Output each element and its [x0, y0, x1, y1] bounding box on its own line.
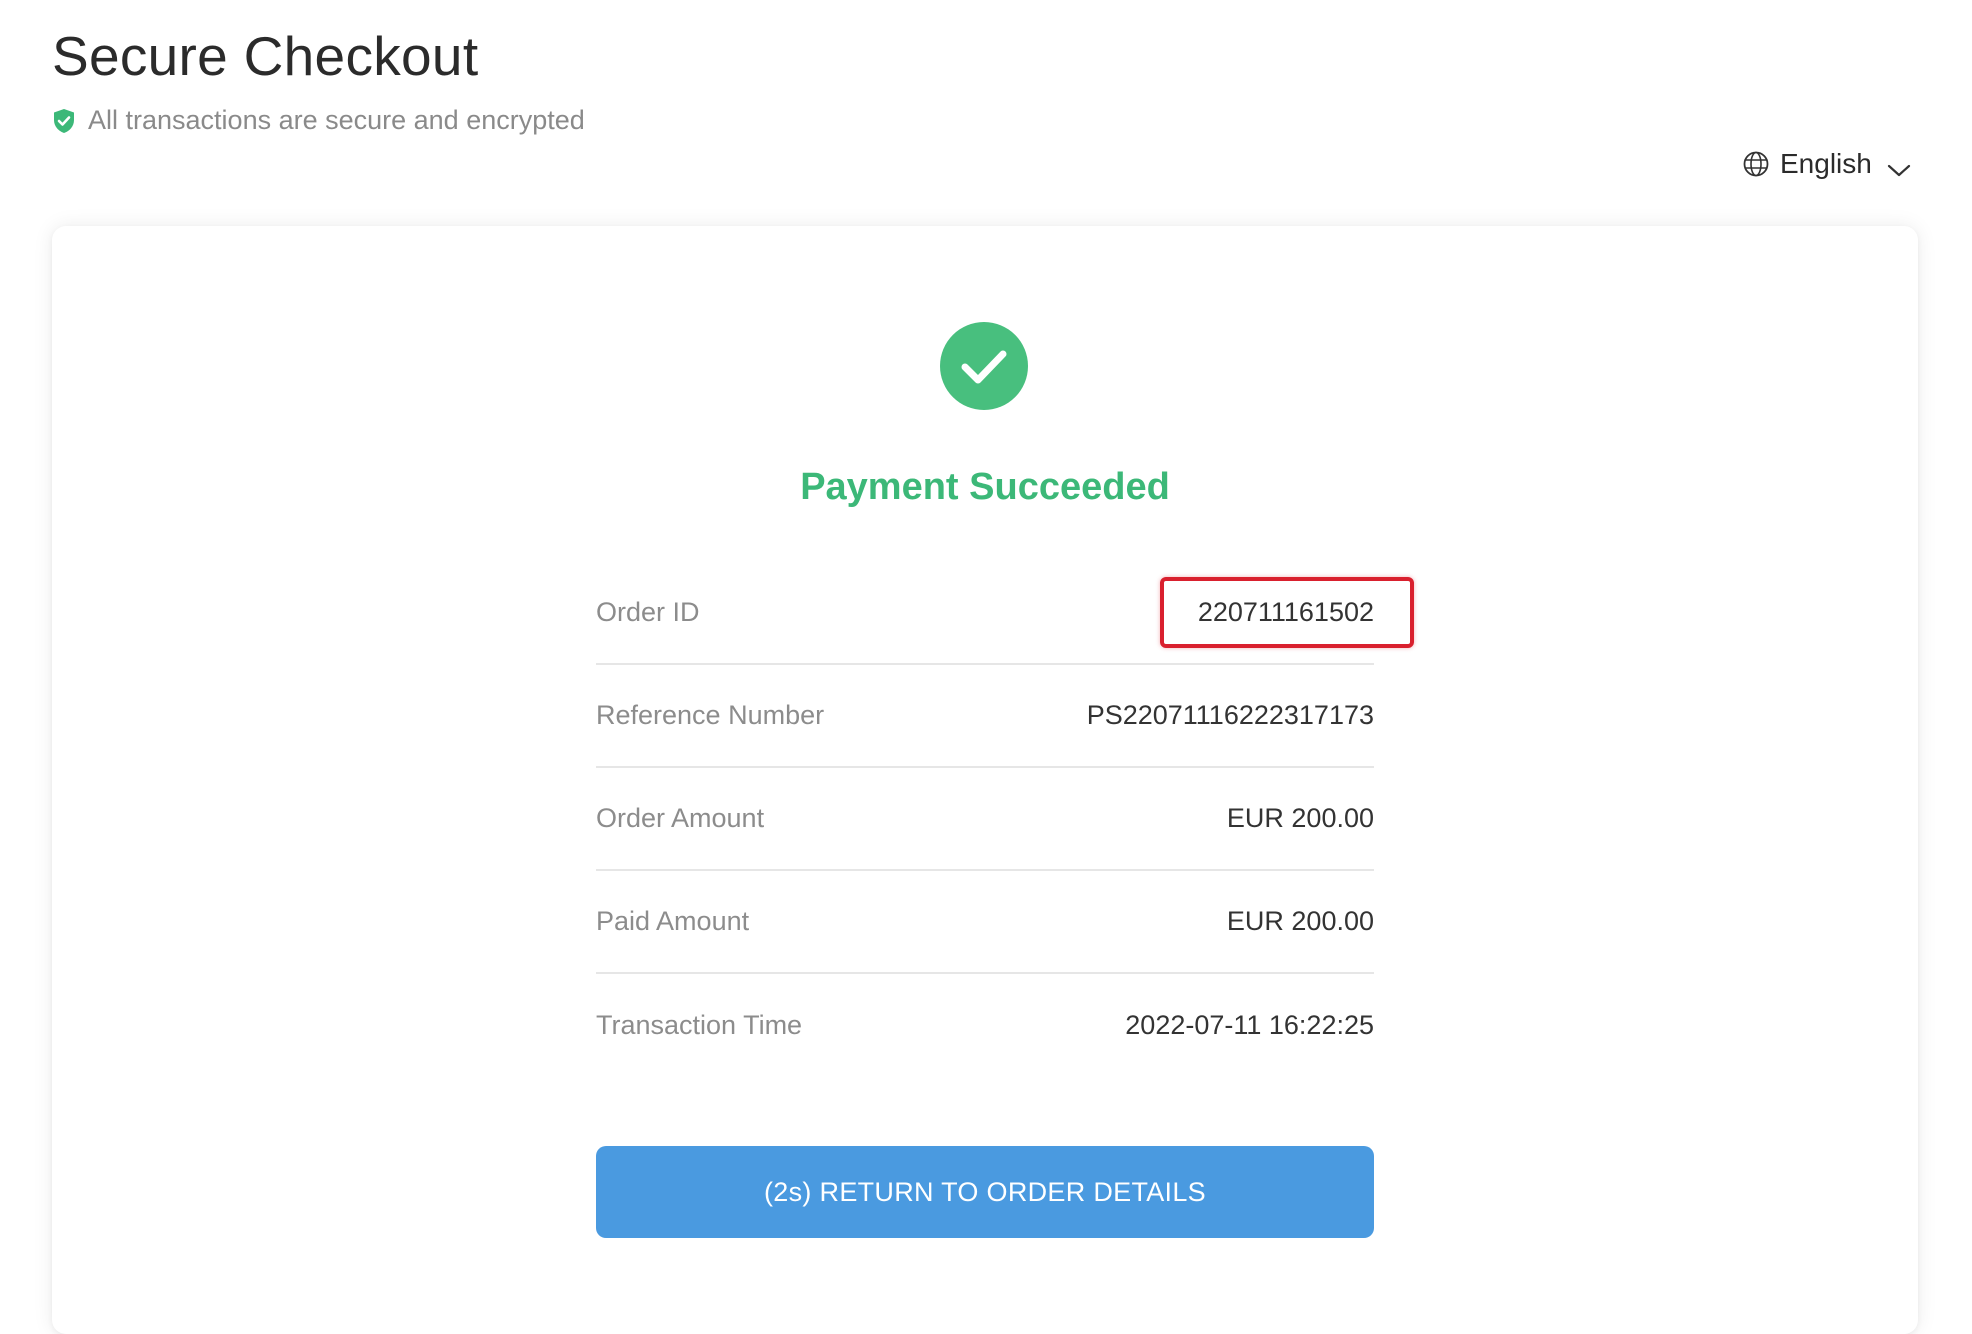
detail-value: EUR 200.00 [1226, 906, 1374, 936]
detail-row-order-id: Order ID 220711161502 [596, 562, 1414, 665]
detail-value: 2022-07-11 16:22:25 [1125, 1010, 1374, 1040]
detail-row-transaction-time: Transaction Time 2022-07-11 16:22:25 [596, 974, 1374, 1077]
language-label: English [1780, 148, 1872, 179]
detail-label: Order ID [596, 597, 700, 627]
globe-icon [1742, 150, 1770, 178]
secure-notice: All transactions are secure and encrypte… [52, 105, 585, 136]
chevron-down-icon [1886, 155, 1912, 177]
order-id-value: 220711161502 [1159, 577, 1414, 648]
detail-row-reference-number: Reference Number PS22071116222317173 [596, 665, 1374, 768]
return-to-order-details-button[interactable]: (2s) RETURN TO ORDER DETAILS [596, 1146, 1374, 1238]
language-selector[interactable]: English [1742, 148, 1912, 180]
check-circle-icon [940, 322, 1028, 410]
page-title: Secure Checkout [52, 25, 479, 87]
payment-details-list: Order ID 220711161502 Reference Number P… [596, 562, 1414, 1077]
payment-status-title: Payment Succeeded [800, 466, 1170, 508]
detail-value: PS22071116222317173 [1086, 700, 1374, 730]
detail-value: EUR 200.00 [1226, 803, 1374, 833]
detail-label: Reference Number [596, 700, 825, 730]
detail-row-order-amount: Order Amount EUR 200.00 [596, 768, 1374, 871]
payment-result-card: Payment Succeeded Order ID 220711161502 … [52, 226, 1918, 1334]
detail-label: Paid Amount [596, 906, 750, 936]
secure-notice-text: All transactions are secure and encrypte… [88, 105, 585, 135]
shield-check-icon [52, 108, 76, 134]
detail-row-paid-amount: Paid Amount EUR 200.00 [596, 871, 1374, 974]
detail-label: Transaction Time [596, 1010, 803, 1040]
detail-label: Order Amount [596, 803, 765, 833]
highlight-frame [1159, 577, 1414, 648]
checkout-page: Secure Checkout All transactions are sec… [0, 0, 1972, 1334]
